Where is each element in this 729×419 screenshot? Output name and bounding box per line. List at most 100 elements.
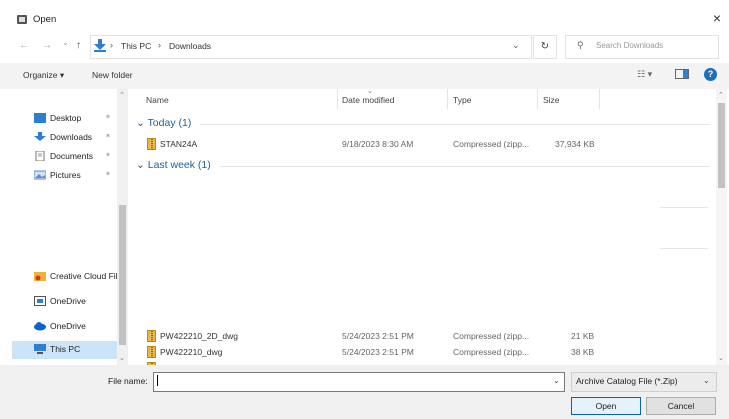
file-type: Compressed (zipp... [453,347,530,357]
cloud-icon [34,322,46,331]
documents-icon [35,151,45,161]
file-list-scroll-thumb[interactable] [718,103,725,188]
group-divider [220,166,710,167]
group-label: Today (1) [147,117,192,129]
file-size: 37,934 KB [555,139,595,149]
chevron-down-icon[interactable]: ⌄ [512,40,520,51]
view-options-icon[interactable]: ☷ ▾ [637,69,652,80]
sidebar-item-pictures[interactable]: Pictures ✶ [30,167,120,185]
desktop-icon [34,113,46,123]
file-size: 21 KB [571,331,595,341]
chevron-down-icon[interactable]: ⌄ [703,376,710,385]
column-divider[interactable] [537,89,538,109]
text-cursor [157,375,158,386]
download-icon [94,39,106,52]
sidebar-item-label: OneDrive [50,321,86,331]
app-icon [17,15,27,24]
file-type-filter-label: Archive Catalog File (*.Zip) [576,376,678,386]
breadcrumb-this-pc[interactable]: This PC [121,41,151,51]
search-icon: ⚲ [577,40,584,50]
forward-button[interactable]: → [42,40,52,51]
chevron-down-icon: ⌄ [136,117,145,129]
column-header-size[interactable]: Size [543,95,560,105]
sort-indicator-icon: ⌄ [367,88,373,95]
preview-pane-icon[interactable] [675,69,689,79]
help-icon[interactable]: ? [704,68,717,81]
column-header-name[interactable]: Name [146,95,169,105]
open-button[interactable]: Open [571,397,641,415]
breadcrumb-downloads[interactable]: Downloads [169,41,211,51]
group-label: Last week (1) [147,159,211,171]
column-divider[interactable] [599,89,600,109]
search-placeholder: Search Downloads [596,41,664,50]
file-name-input[interactable] [153,372,565,392]
file-date: 5/24/2023 2:51 PM [342,347,414,357]
download-icon [34,132,46,141]
column-header-date[interactable]: Date modified [342,95,394,105]
creative-cloud-icon [34,272,46,281]
onedrive-icon [34,296,46,306]
group-header-last-week[interactable]: ⌄ Last week (1) [136,159,211,171]
breadcrumb-separator: › [158,40,161,50]
close-button[interactable]: × [708,9,726,27]
file-type: Compressed (zipp... [453,331,530,341]
file-row[interactable]: PW422210_2D_dwg 5/24/2023 2:51 PM Compre… [143,329,603,343]
file-name: STAN24A [160,139,198,149]
new-folder-button[interactable]: New folder [92,70,133,80]
address-bar[interactable] [90,35,532,59]
file-name: PW422210_2D_dwg [160,331,238,341]
file-size: 38 KB [571,347,595,357]
title-bar [0,0,729,36]
file-name-label: File name: [108,376,148,386]
refresh-button[interactable]: ↻ [533,35,557,59]
sidebar-item-label: Downloads [50,132,93,142]
scroll-up-icon[interactable]: ⌃ [119,91,125,99]
scroll-up-icon[interactable]: ⌃ [718,91,724,99]
zip-file-icon [147,346,156,358]
sidebar-item-desktop[interactable]: Desktop ✶ [30,110,120,128]
file-row[interactable]: PW422210_dwg 5/24/2023 2:51 PM Compresse… [143,345,603,359]
organize-button[interactable]: Organize ▾ [23,70,64,81]
chevron-down-icon: ⌄ [136,159,145,171]
sidebar-item-downloads[interactable]: Downloads ✶ [30,129,120,147]
sidebar-item-label: Pictures [50,170,81,180]
navigation-scroll-thumb[interactable] [119,205,126,345]
cancel-button[interactable]: Cancel [646,397,716,415]
sidebar-item-documents[interactable]: Documents ✶ [30,148,120,166]
sidebar-item-onedrive[interactable]: OneDrive [30,318,120,336]
column-divider[interactable] [337,89,338,109]
file-type: Compressed (zipp... [453,139,530,149]
breadcrumb-separator: › [110,40,113,50]
recent-locations-button[interactable]: ⌄ [62,38,69,47]
zip-file-icon [147,330,156,342]
group-divider [200,124,710,125]
group-header-today[interactable]: ⌄ Today (1) [136,117,191,129]
sidebar-item-creative-cloud[interactable]: Creative Cloud Fil [30,268,120,286]
back-button[interactable]: ← [19,40,29,51]
zip-file-icon [147,138,156,150]
file-row[interactable]: STAN24A 9/18/2023 8:30 AM Compressed (zi… [143,137,603,151]
pin-icon: ✶ [105,133,111,140]
pin-icon: ✶ [105,114,111,121]
sidebar-item-onedrive-personal[interactable]: OneDrive [30,293,120,311]
file-date: 5/24/2023 2:51 PM [342,331,414,341]
scroll-down-icon[interactable]: ⌄ [119,354,125,362]
sidebar-item-label: This PC [50,344,81,354]
computer-icon [34,344,46,354]
sidebar-item-label: Creative Cloud Fil [50,271,118,281]
column-header-type[interactable]: Type [453,95,471,105]
sidebar-item-label: Documents [50,151,93,161]
sidebar-item-this-pc[interactable]: This PC [12,341,117,359]
window-title: Open [33,14,57,25]
file-name: PW422210_dwg [160,347,223,357]
pin-icon: ✶ [105,152,111,159]
column-divider[interactable] [447,89,448,109]
up-button[interactable]: ↑ [76,40,81,51]
scroll-down-icon[interactable]: ⌄ [718,354,724,362]
pin-icon: ✶ [105,171,111,178]
file-date: 9/18/2023 8:30 AM [342,139,414,149]
sidebar-item-label: OneDrive [50,296,86,306]
group-divider [660,248,708,249]
chevron-down-icon[interactable]: ⌄ [553,376,560,385]
pictures-icon [34,170,46,180]
